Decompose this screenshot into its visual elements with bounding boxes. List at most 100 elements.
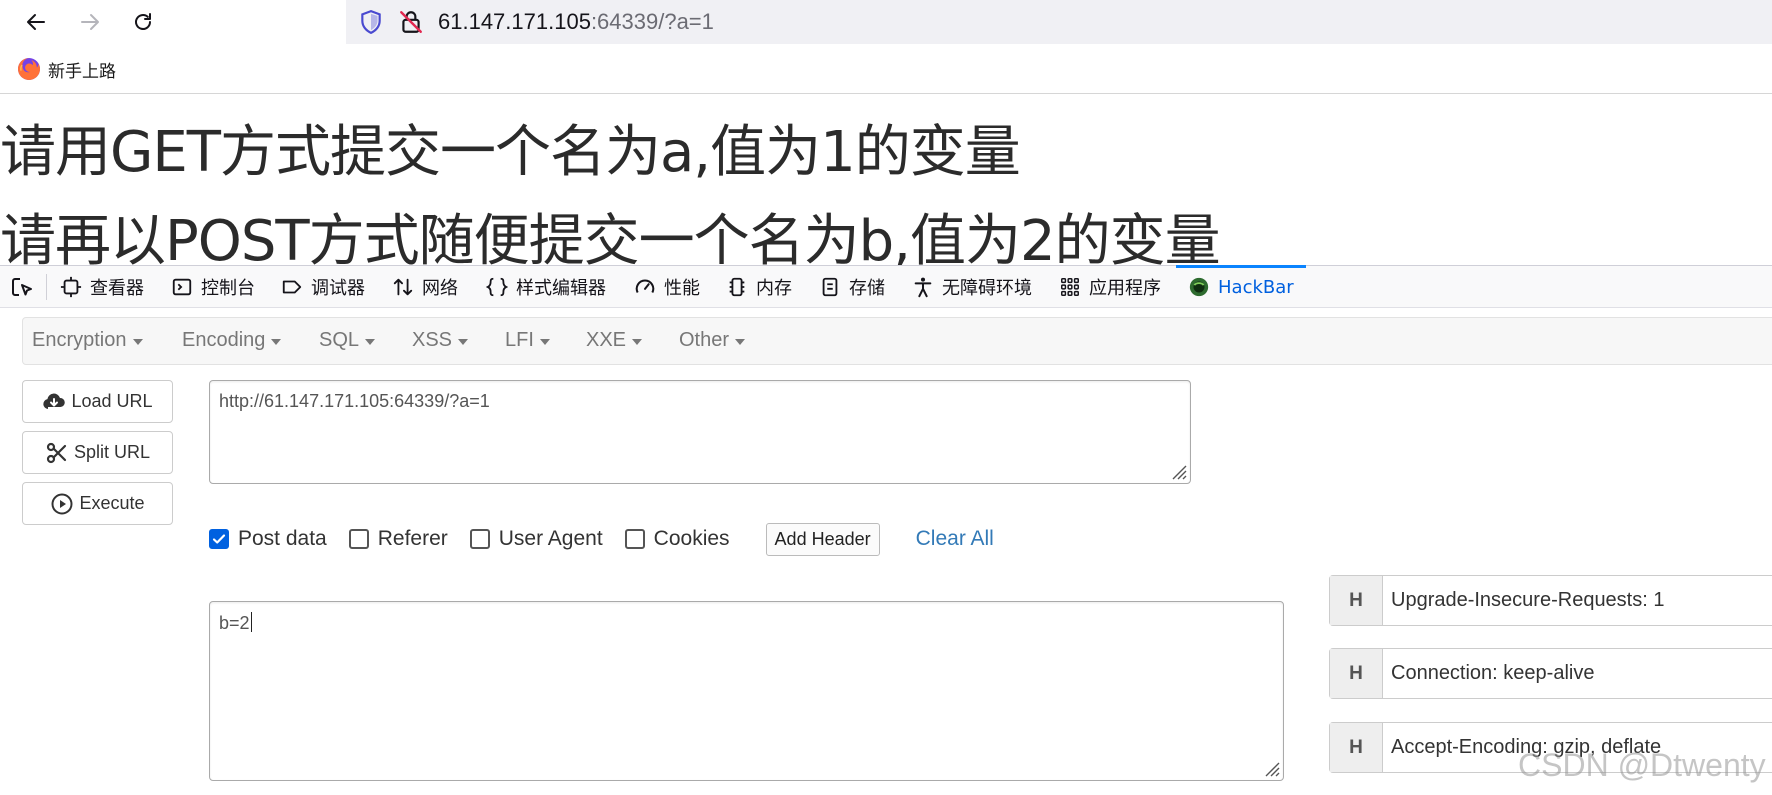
button-label: Split URL [73, 442, 151, 462]
menu-lfi[interactable]: LFI [505, 329, 550, 352]
tab-label: 控制台 [201, 278, 255, 299]
reload-icon [135, 13, 151, 30]
caret-down-icon [271, 338, 282, 345]
menu-xxe[interactable]: XXE [586, 329, 643, 352]
url-path: :64339/?a=1 [590, 9, 714, 34]
split-url-button[interactable]: Split URL [22, 431, 173, 474]
tab-console[interactable]: 控制台 [171, 266, 255, 308]
post-data-option[interactable]: Post data [209, 527, 327, 551]
tab-label: 性能 [664, 278, 700, 299]
menu-sql[interactable]: SQL [319, 329, 376, 352]
tab-inspector[interactable]: 查看器 [60, 266, 144, 308]
add-header-button[interactable]: Add Header [765, 522, 880, 556]
cookies-checkbox[interactable] [624, 529, 645, 549]
button-label: Load URL [71, 391, 153, 411]
user-agent-checkbox[interactable] [469, 529, 490, 549]
storage-icon [822, 277, 838, 297]
referer-checkbox[interactable] [348, 529, 369, 549]
tab-storage[interactable]: 存储 [819, 266, 885, 308]
tab-label: 网络 [422, 278, 458, 299]
watermark: CSDN @Dtwenty [1518, 747, 1766, 783]
header-item[interactable]: H Connection: keep-alive [1329, 648, 1772, 699]
tab-label: 样式编辑器 [516, 278, 606, 299]
text-cursor [250, 612, 252, 632]
post-data-textarea[interactable]: b=2 [209, 601, 1284, 781]
menu-label: Encoding [182, 329, 266, 351]
tab-debugger[interactable]: 调试器 [281, 266, 365, 308]
page-heading-post: 请再以POST方式随便提交一个名为b,值为2的变量 [0, 209, 1221, 266]
tab-application[interactable]: 应用程序 [1059, 266, 1161, 308]
gauge-icon [635, 279, 655, 293]
tab-hackbar[interactable]: HackBar [1176, 265, 1306, 308]
option-label: Post data [238, 527, 327, 550]
user-agent-option[interactable]: User Agent [469, 527, 603, 551]
execute-button[interactable]: Execute [22, 482, 173, 525]
header-item[interactable]: H Upgrade-Insecure-Requests: 1 [1329, 575, 1772, 626]
tab-performance[interactable]: 性能 [634, 266, 700, 308]
menu-other[interactable]: Other [679, 329, 746, 352]
option-label: Cookies [653, 527, 730, 550]
tab-network[interactable]: 网络 [392, 266, 458, 308]
element-picker-icon[interactable] [10, 276, 34, 300]
menu-label: Encryption [32, 329, 127, 351]
accessibility-person-icon [914, 277, 932, 298]
header-tag: H [1330, 723, 1383, 772]
request-options: Post data Referer User Agent Cookies Add… [209, 522, 994, 556]
menu-label: XXE [586, 329, 627, 351]
devtools-toolbar: 查看器 控制台 调试器 网络 样式编辑器 性能 内存 存储 无障碍环境 应用程序… [0, 265, 1772, 308]
caret-down-icon [735, 338, 746, 345]
hackbar-logo-icon [1189, 277, 1209, 297]
scissors-icon [46, 442, 67, 463]
menu-encryption[interactable]: Encryption [32, 329, 143, 352]
url-textarea-value: http://61.147.171.105:64339/?a=1 [219, 391, 490, 411]
tab-label: HackBar [1218, 276, 1294, 298]
tab-style-editor[interactable]: 样式编辑器 [486, 266, 606, 308]
button-label: Execute [79, 493, 145, 513]
console-icon [172, 278, 192, 296]
clear-all-link[interactable]: Clear All [916, 527, 994, 551]
menu-xss[interactable]: XSS [412, 329, 469, 352]
page-content: 请用GET方式提交一个名为a,值为1的变量 请再以POST方式随便提交一个名为b… [0, 95, 1772, 265]
menu-label: Other [679, 329, 730, 351]
back-button[interactable] [20, 6, 52, 38]
checkmark-icon [212, 534, 226, 544]
caret-down-icon [132, 338, 143, 345]
play-circle-icon [51, 493, 73, 514]
arrow-right-icon [81, 14, 99, 30]
resize-grip-icon[interactable] [1167, 460, 1187, 480]
url-text[interactable]: 61.147.171.105:64339/?a=1 [438, 9, 714, 35]
post-data-checkbox[interactable] [209, 529, 229, 549]
firefox-logo-icon [18, 58, 40, 80]
tab-label: 调试器 [311, 278, 365, 299]
menu-label: XSS [412, 329, 453, 351]
load-url-button[interactable]: Load URL [22, 380, 173, 423]
cloud-download-icon [43, 393, 66, 409]
caret-down-icon [365, 338, 376, 345]
tab-memory[interactable]: 内存 [726, 266, 792, 308]
insecure-lock-icon[interactable] [398, 9, 424, 35]
menu-label: LFI [505, 329, 534, 351]
caret-down-icon [458, 338, 469, 345]
url-textarea[interactable]: http://61.147.171.105:64339/?a=1 [209, 380, 1191, 484]
bookmark-getting-started[interactable]: 新手上路 [16, 56, 116, 82]
address-bar[interactable]: 61.147.171.105:64339/?a=1 [346, 0, 1772, 44]
reload-button[interactable] [127, 6, 159, 38]
page-heading-get: 请用GET方式提交一个名为a,值为1的变量 [0, 120, 1021, 185]
tab-label: 内存 [756, 278, 792, 299]
tracking-protection-shield-icon[interactable] [358, 9, 384, 35]
forward-button[interactable] [74, 6, 106, 38]
resize-grip-icon[interactable] [1260, 757, 1280, 777]
header-tag: H [1330, 576, 1383, 625]
menu-label: SQL [319, 329, 360, 351]
referer-option[interactable]: Referer [348, 527, 448, 551]
menu-encoding[interactable]: Encoding [182, 329, 282, 352]
caret-down-icon [539, 338, 550, 345]
tab-label: 查看器 [90, 278, 144, 299]
debugger-icon [282, 280, 302, 294]
tab-label: 存储 [849, 278, 885, 299]
network-icon [393, 278, 413, 296]
cookies-option[interactable]: Cookies [624, 527, 730, 551]
option-label: User Agent [498, 527, 603, 550]
header-text: Upgrade-Insecure-Requests: 1 [1391, 589, 1665, 611]
tab-accessibility[interactable]: 无障碍环境 [912, 266, 1032, 308]
